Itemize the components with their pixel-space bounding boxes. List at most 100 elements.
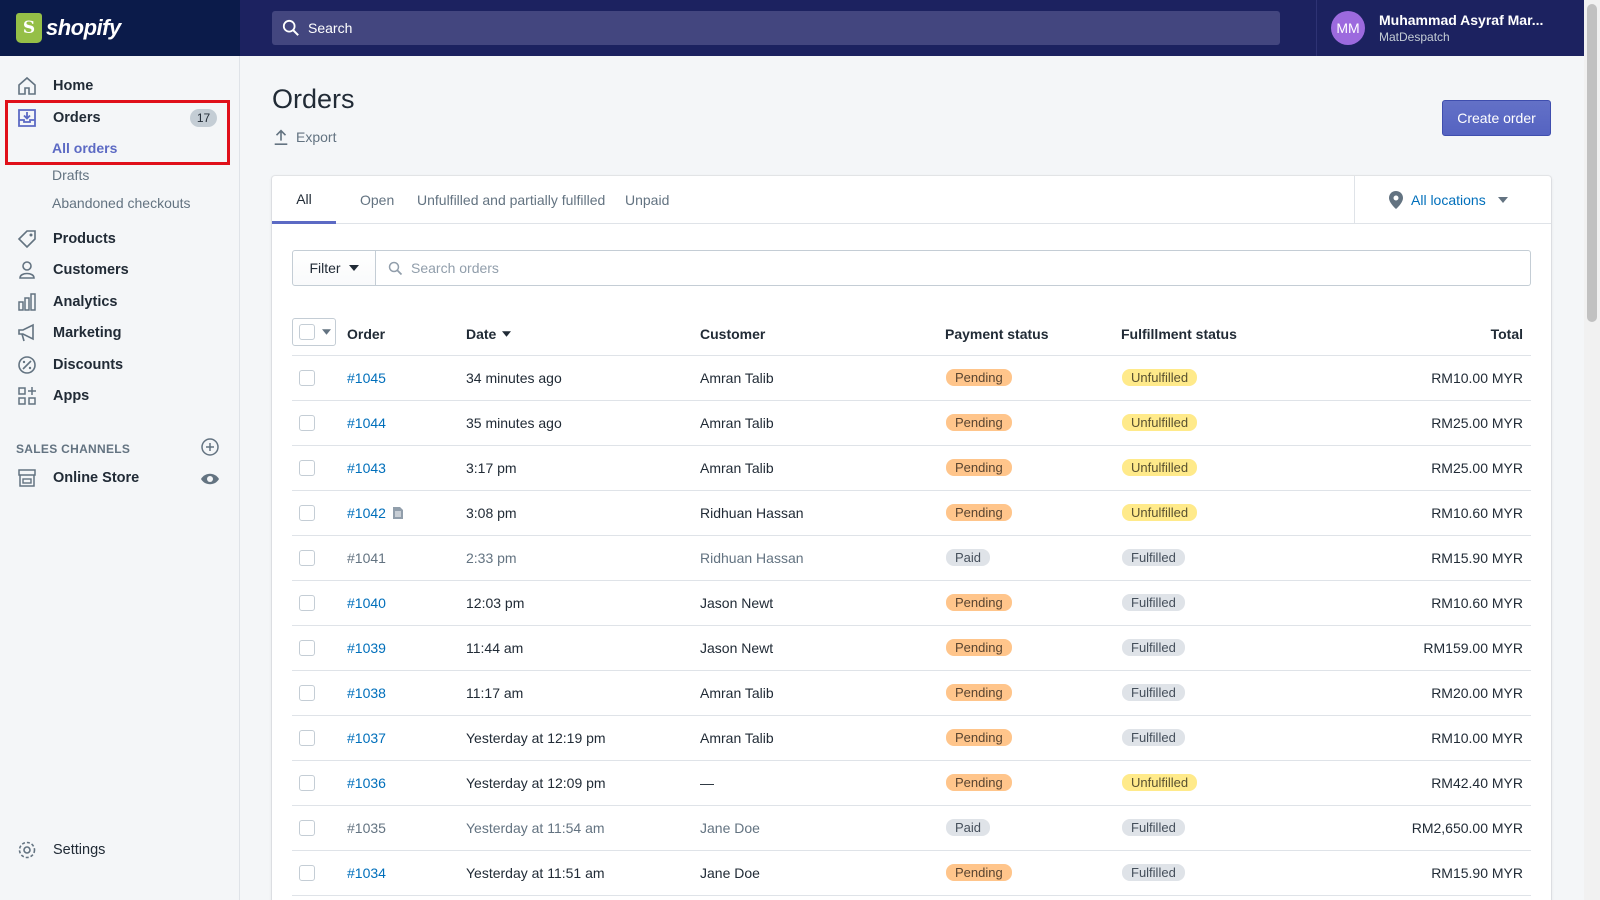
store-name: MatDespatch: [1379, 30, 1450, 44]
sidebar-item-settings[interactable]: Settings: [0, 834, 240, 866]
sidebar-item-analytics[interactable]: Analytics: [0, 286, 240, 318]
global-search-input[interactable]: [308, 20, 1208, 36]
order-date: 11:44 am: [466, 640, 524, 656]
sidebar-item-discounts[interactable]: Discounts: [0, 349, 240, 381]
select-all-checkbox[interactable]: [299, 324, 315, 340]
create-order-button[interactable]: Create order: [1442, 100, 1551, 136]
sidebar-item-apps[interactable]: Apps: [0, 380, 240, 412]
user-menu[interactable]: MM Muhammad Asyraf Mar... MatDespatch: [1316, 0, 1584, 56]
tab-open[interactable]: Open: [360, 176, 394, 224]
payment-status-badge: Pending: [944, 682, 1014, 703]
payment-status-badge: Pending: [944, 592, 1014, 613]
row-checkbox[interactable]: [299, 550, 315, 569]
order-cell: #1044: [347, 415, 386, 431]
table-row[interactable]: #1041 2:33 pm Ridhuan Hassan Paid Fulfilled R…: [292, 536, 1531, 581]
sidebar-item-products[interactable]: Products: [0, 223, 240, 255]
location-selector[interactable]: All locations: [1354, 176, 1551, 224]
table-row[interactable]: #1040 12:03 pm Jason Newt Pending Fulfilled R…: [292, 581, 1531, 626]
eye-icon[interactable]: [200, 469, 220, 489]
row-checkbox[interactable]: [299, 370, 315, 389]
order-number-link[interactable]: #1040: [347, 595, 386, 611]
fulfillment-status-badge: Fulfilled: [1120, 862, 1187, 883]
sidebar-item-customers[interactable]: Customers: [0, 254, 240, 286]
tab-unpaid[interactable]: Unpaid: [625, 176, 669, 224]
order-number-link[interactable]: #1034: [347, 865, 386, 881]
row-checkbox[interactable]: [299, 775, 315, 794]
sort-down-icon: [502, 331, 512, 337]
table-row[interactable]: #1037 Yesterday at 12:19 pm Amran Talib Pen…: [292, 716, 1531, 761]
order-date: Yesterday at 11:54 am: [466, 820, 605, 836]
select-all-dropdown[interactable]: [292, 318, 336, 346]
page-scrollbar[interactable]: [1584, 0, 1600, 900]
fulfillment-status-badge: Unfulfilled: [1120, 772, 1200, 793]
search-icon: [388, 261, 403, 275]
order-number-link[interactable]: #1045: [347, 370, 386, 386]
filter-button[interactable]: Filter: [292, 250, 376, 286]
row-checkbox[interactable]: [299, 595, 315, 614]
order-date: 35 minutes ago: [466, 415, 562, 431]
table-row[interactable]: #1044 35 minutes ago Amran Talib Pending Unf…: [292, 401, 1531, 446]
order-number-link[interactable]: #1044: [347, 415, 386, 431]
export-button[interactable]: Export: [272, 128, 336, 146]
order-number-link[interactable]: #1041: [347, 550, 386, 566]
shopify-logo[interactable]: S shopify: [0, 0, 240, 56]
export-label: Export: [296, 129, 337, 145]
column-header-payment[interactable]: Payment status: [945, 326, 1048, 342]
customer-name: Amran Talib: [700, 415, 774, 431]
table-row[interactable]: #1045 34 minutes ago Amran Talib Pending Unf…: [292, 356, 1531, 401]
tab-unfulfilled[interactable]: Unfulfilled and partially fulfilled: [417, 176, 605, 224]
order-number-link[interactable]: #1038: [347, 685, 386, 701]
order-number-link[interactable]: #1036: [347, 775, 386, 791]
payment-status-badge: Pending: [944, 727, 1014, 748]
row-checkbox[interactable]: [299, 640, 315, 659]
table-row[interactable]: #1042 3:08 pm Ridhuan Hassan Pending Unfulfi…: [292, 491, 1531, 536]
table-row[interactable]: #1039 11:44 am Jason Newt Pending Fulfilled R…: [292, 626, 1531, 671]
orders-card: All Open Unfulfilled and partially fulfi…: [272, 176, 1551, 900]
order-tabs: All Open Unfulfilled and partially fulfi…: [272, 176, 1551, 224]
sidebar-subitem-abandoned-checkouts[interactable]: Abandoned checkouts: [52, 195, 191, 211]
order-number-link[interactable]: #1042: [347, 505, 386, 521]
row-checkbox[interactable]: [299, 415, 315, 434]
order-total: RM10.00 MYR: [1431, 370, 1523, 386]
table-row[interactable]: #1035 Yesterday at 11:54 am Jane Doe Paid Fu…: [292, 806, 1531, 851]
table-row[interactable]: #1034 Yesterday at 11:51 am Jane Doe Pendin…: [292, 851, 1531, 896]
row-checkbox[interactable]: [299, 460, 315, 479]
column-header-date[interactable]: Date: [466, 326, 512, 342]
row-checkbox[interactable]: [299, 865, 315, 884]
column-header-total[interactable]: Total: [1491, 326, 1523, 342]
row-checkbox[interactable]: [299, 505, 315, 524]
order-total: RM20.00 MYR: [1431, 685, 1523, 701]
global-search[interactable]: [272, 11, 1280, 45]
order-number-link[interactable]: #1039: [347, 640, 386, 656]
table-row[interactable]: #1043 3:17 pm Amran Talib Pending Unfulfille…: [292, 446, 1531, 491]
sidebar-item-marketing[interactable]: Marketing: [0, 317, 240, 349]
order-number-link[interactable]: #1043: [347, 460, 386, 476]
filter-row: Filter: [292, 250, 1531, 286]
order-number-link[interactable]: #1037: [347, 730, 386, 746]
upload-icon: [274, 129, 288, 146]
table-row[interactable]: #1038 11:17 am Amran Talib Pending Fulfilled…: [292, 671, 1531, 716]
sidebar-item-home[interactable]: Home: [0, 70, 240, 102]
table-row[interactable]: #1036 Yesterday at 12:09 pm — Pending Unfulf…: [292, 761, 1531, 806]
customer-name: Jane Doe: [700, 820, 760, 836]
column-header-customer[interactable]: Customer: [700, 326, 765, 342]
scrollbar-thumb[interactable]: [1587, 4, 1597, 322]
column-header-order[interactable]: Order: [347, 326, 385, 342]
add-circle-icon[interactable]: [200, 437, 220, 457]
row-checkbox[interactable]: [299, 685, 315, 704]
fulfillment-status-badge: Fulfilled: [1120, 637, 1187, 658]
search-orders[interactable]: [376, 250, 1531, 286]
search-orders-input[interactable]: [411, 260, 1411, 276]
payment-status-badge: Pending: [944, 502, 1014, 523]
column-header-date-label: Date: [466, 326, 497, 342]
sidebar-subitem-drafts[interactable]: Drafts: [52, 167, 89, 183]
column-header-fulfillment[interactable]: Fulfillment status: [1121, 326, 1237, 342]
order-date: Yesterday at 12:09 pm: [466, 775, 606, 791]
row-checkbox[interactable]: [299, 820, 315, 839]
user-name: Muhammad Asyraf Mar...: [1379, 12, 1544, 28]
payment-status-badge: Pending: [944, 367, 1014, 388]
row-checkbox[interactable]: [299, 730, 315, 749]
order-number-link[interactable]: #1035: [347, 820, 386, 836]
payment-status-badge: Pending: [944, 772, 1014, 793]
tab-all[interactable]: All: [272, 176, 336, 224]
